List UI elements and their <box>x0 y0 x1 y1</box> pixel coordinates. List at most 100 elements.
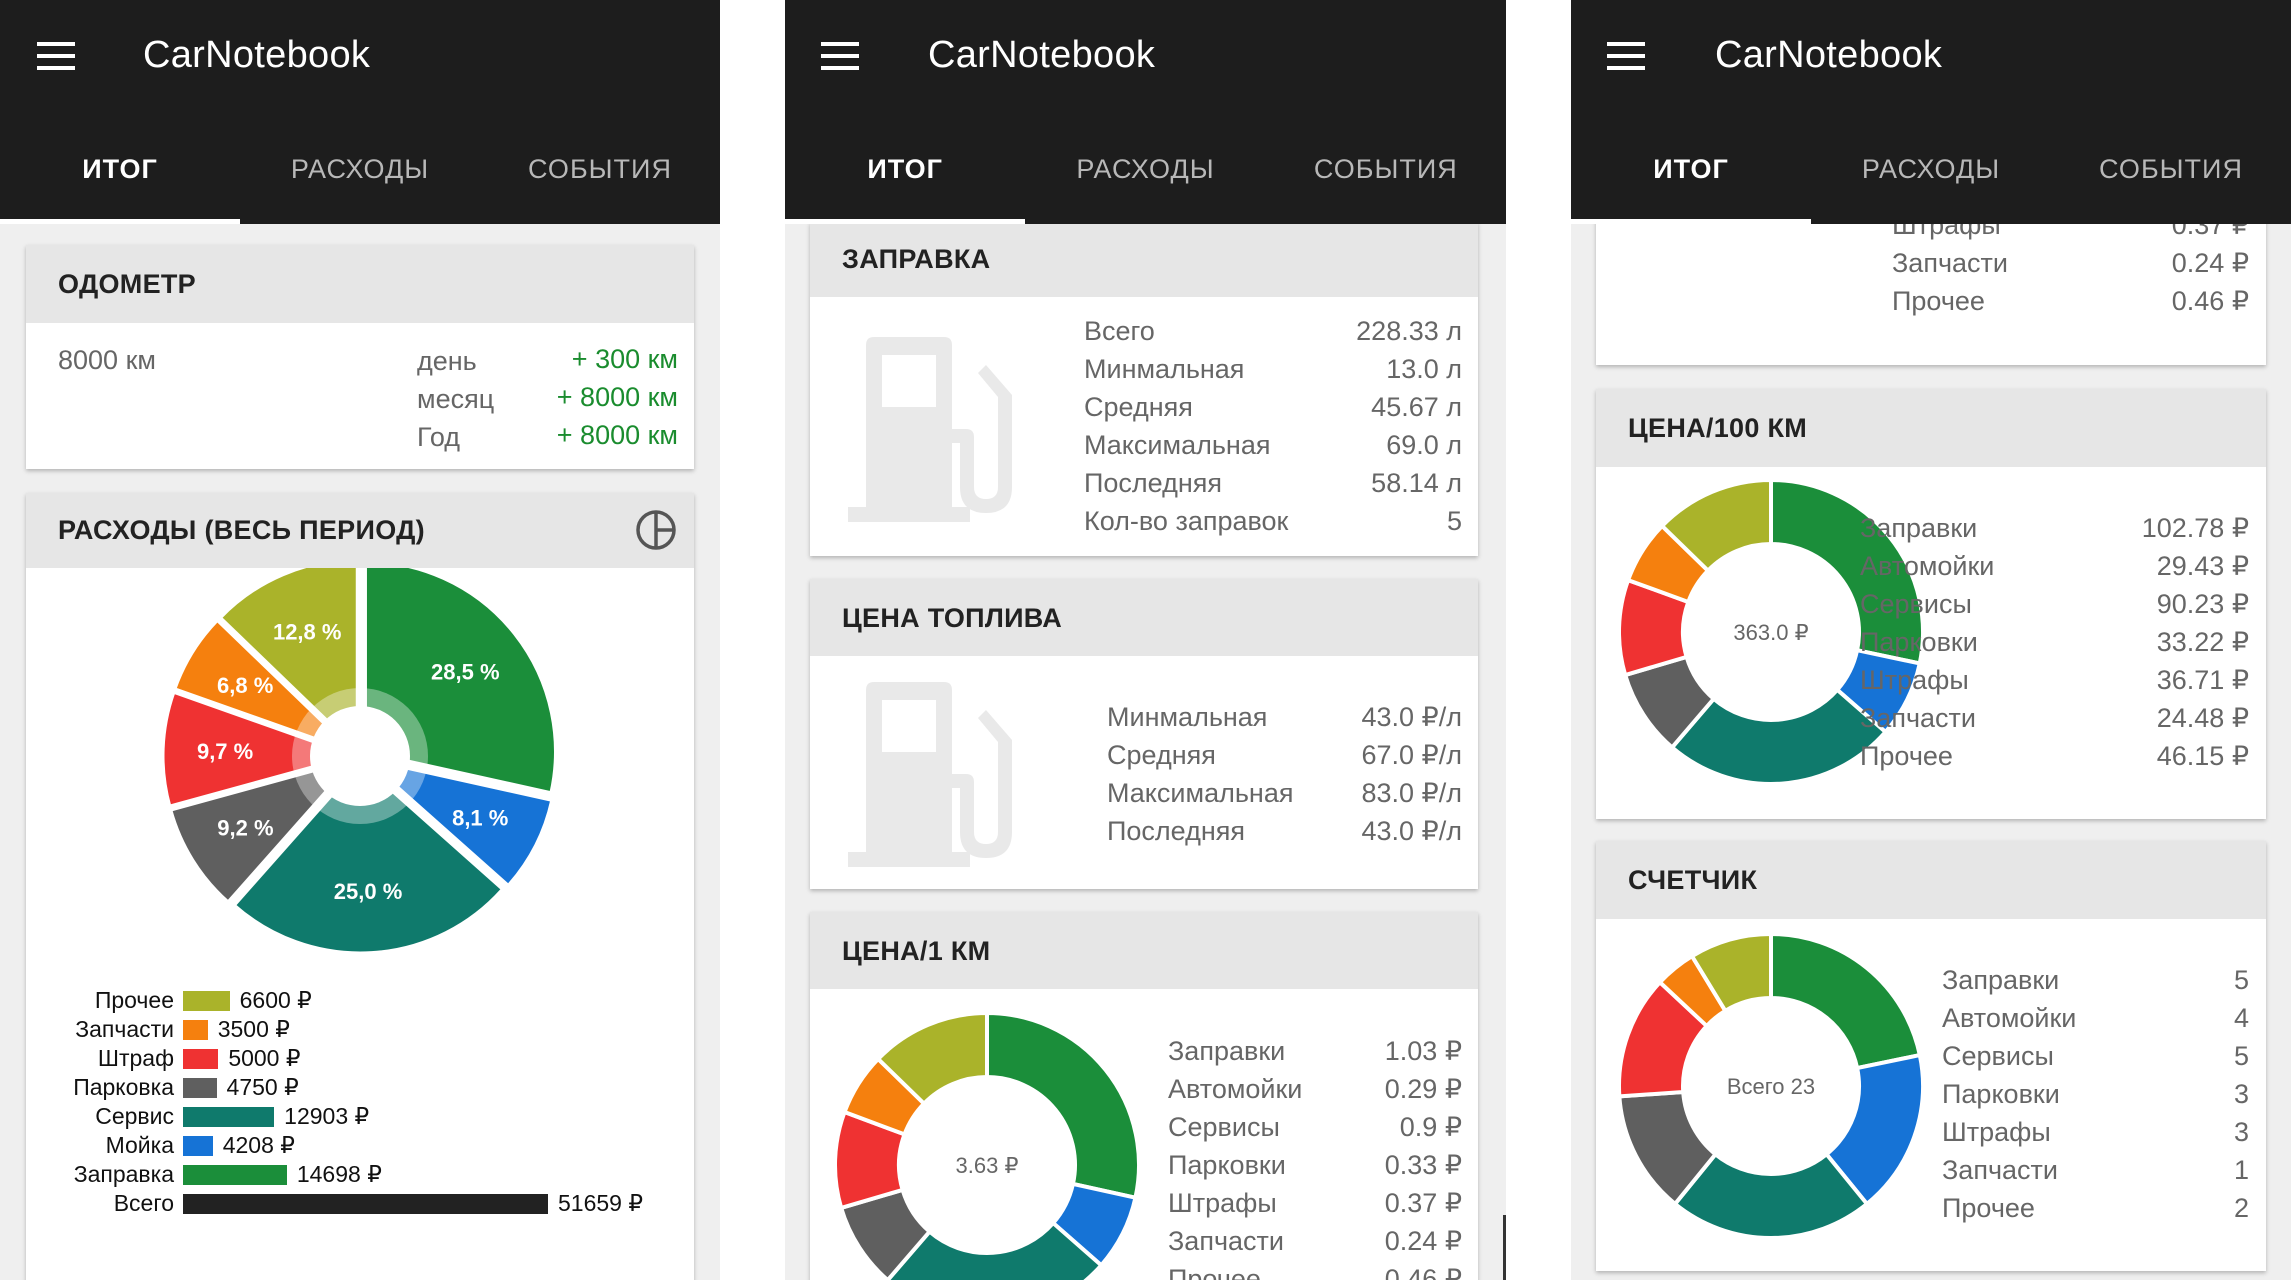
legend-value: 5 <box>2233 965 2249 995</box>
menu-icon[interactable] <box>37 42 75 70</box>
odometer-year-label: Год <box>417 422 460 452</box>
bar <box>183 991 230 1011</box>
legend-value: 102.78 ₽ <box>2141 513 2249 543</box>
fuel-price-card: ЦЕНА ТОПЛИВА Минмальная 43.0 ₽/л Средняя… <box>810 579 1478 889</box>
fuel-price-title: ЦЕНА ТОПЛИВА <box>842 603 1063 633</box>
counter-title: СЧЕТЧИК <box>1628 865 1758 895</box>
donut-center-label: Всего 23 <box>1727 1074 1815 1099</box>
legend-label: Запчасти <box>1860 703 1976 733</box>
refuel-label: Кол-во заправок <box>1084 506 1289 536</box>
donut-center-label: 3.63 ₽ <box>956 1153 1019 1178</box>
bar-value: 5000 ₽ <box>228 1045 301 1071</box>
tab-expenses[interactable]: РАСХОДЫ <box>1811 140 2051 224</box>
scrollbar[interactable] <box>1503 1215 1506 1280</box>
legend-label: Штрафы <box>1860 665 1969 695</box>
counter-card: СЧЕТЧИК Всего 23 Заправки 5 Автомойки 4 Серв… <box>1596 841 2266 1271</box>
legend-value: 0.29 ₽ <box>1384 1074 1462 1104</box>
tab-events[interactable]: СОБЫТИЯ <box>1266 140 1506 224</box>
bar <box>183 1049 219 1069</box>
legend-label: Сервисы <box>1860 589 1972 619</box>
bar <box>183 1165 287 1185</box>
legend-value: 0.24 ₽ <box>1384 1226 1462 1256</box>
legend-label: Запчасти <box>1892 248 2008 278</box>
refuel-value: 228.33 л <box>1356 316 1462 346</box>
legend-value: 3 <box>2233 1117 2249 1147</box>
fuel-pump-icon <box>848 337 1012 522</box>
refuel-value: 45.67 л <box>1371 392 1462 422</box>
refuel-value: 13.0 л <box>1386 354 1462 384</box>
legend-value: 0.46 ₽ <box>2171 286 2249 316</box>
bar-value: 6600 ₽ <box>239 987 312 1013</box>
expenses-pie-chart: 28,5 % 8,1 % 25,0 % 9,2 % 9,7 % 6,8 % 12,8 % <box>161 568 557 955</box>
refuel-value: 69.0 л <box>1386 430 1462 460</box>
app-bar: CarNotebook ИТОГ РАСХОДЫ СОБЫТИЯ <box>0 0 720 224</box>
app-title: CarNotebook <box>143 34 371 76</box>
refuel-label: Минмальная <box>1084 354 1245 384</box>
bar-label: Сервис <box>95 1103 174 1129</box>
legend-label: Автомойки <box>1168 1074 1303 1104</box>
legend-label: Заправки <box>1942 965 2060 995</box>
tab-expenses[interactable]: РАСХОДЫ <box>240 140 480 224</box>
menu-icon[interactable] <box>821 42 859 70</box>
legend-label: Парковки <box>1860 627 1978 657</box>
tab-summary[interactable]: ИТОГ <box>1571 140 1811 224</box>
tab-bar: ИТОГ РАСХОДЫ СОБЫТИЯ <box>785 140 1506 224</box>
expenses-bar-chart: Прочее 6600 ₽ Запчасти 3500 ₽ Штраф 5000 ₽ Пар… <box>26 987 694 1249</box>
tab-events[interactable]: СОБЫТИЯ <box>2051 140 2291 224</box>
legend-value: 0.46 ₽ <box>1384 1264 1462 1280</box>
legend-value: 5 <box>2233 1041 2249 1071</box>
tab-events[interactable]: СОБЫТИЯ <box>480 140 720 224</box>
tab-expenses[interactable]: РАСХОДЫ <box>1025 140 1265 224</box>
app-bar: CarNotebook ИТОГ РАСХОДЫ СОБЫТИЯ <box>785 0 1506 224</box>
fuel-price-value: 43.0 ₽/л <box>1361 702 1463 732</box>
app-title: CarNotebook <box>1715 34 1943 76</box>
legend-label: Парковки <box>1168 1150 1286 1180</box>
odometer-title: ОДОМЕТР <box>58 269 196 299</box>
menu-icon[interactable] <box>1607 42 1645 70</box>
bar-label: Всего <box>113 1190 174 1216</box>
price-per-100-title: ЦЕНА/100 КМ <box>1628 413 1808 443</box>
refuel-label: Средняя <box>1084 392 1193 422</box>
fuel-price-value: 67.0 ₽/л <box>1361 740 1463 770</box>
bar-label: Запчасти <box>75 1016 174 1042</box>
refuel-label: Последняя <box>1084 468 1223 498</box>
legend-label: Прочее <box>1860 741 1953 771</box>
bar-value: 51659 ₽ <box>558 1190 643 1216</box>
legend-value: 0.37 ₽ <box>1384 1188 1462 1218</box>
legend-label: Парковки <box>1942 1079 2060 1109</box>
fuel-price-label: Максимальная <box>1107 778 1294 808</box>
pie-slice-label: 25,0 % <box>334 879 403 904</box>
pie-chart-icon[interactable] <box>634 508 678 552</box>
refuel-value: 58.14 л <box>1371 468 1462 498</box>
legend-label: Автомойки <box>1860 551 1995 581</box>
legend-value: 0.24 ₽ <box>2171 248 2249 278</box>
odometer-day-value: + 300 км <box>571 344 678 374</box>
legend-value: 0.9 ₽ <box>1399 1112 1462 1142</box>
legend-value: 46.15 ₽ <box>2156 741 2249 771</box>
refuel-card: ЗАПРАВКА Всего 228.33 л Минмальная 13.0 … <box>810 222 1478 556</box>
legend-label: Автомойки <box>1942 1003 2077 1033</box>
bar <box>183 1136 213 1156</box>
odometer-month-label: месяц <box>417 384 495 414</box>
pie-slice-label: 12,8 % <box>273 620 342 645</box>
legend-value: 36.71 ₽ <box>2156 665 2249 695</box>
pie-slice-label: 8,1 % <box>452 805 508 830</box>
tab-summary[interactable]: ИТОГ <box>785 140 1026 224</box>
fuel-price-label: Средняя <box>1107 740 1216 770</box>
bar-value: 4750 ₽ <box>226 1074 299 1100</box>
odometer-total: 8000 км <box>58 345 156 375</box>
counter-donut: Всего 23 <box>1617 931 1925 1240</box>
bar-value: 12903 ₽ <box>284 1103 370 1129</box>
bar-value: 4208 ₽ <box>222 1132 295 1158</box>
legend-label: Запчасти <box>1168 1226 1284 1256</box>
tab-summary[interactable]: ИТОГ <box>0 140 240 224</box>
bar-label: Прочее <box>94 987 174 1013</box>
legend-label: Сервисы <box>1942 1041 2054 1071</box>
tab-bar: ИТОГ РАСХОДЫ СОБЫТИЯ <box>1571 140 2291 224</box>
fuel-price-label: Минмальная <box>1107 702 1268 732</box>
bar <box>183 1078 217 1098</box>
legend-label: Заправки <box>1168 1036 1286 1066</box>
legend-label: Прочее <box>1168 1264 1261 1280</box>
refuel-title: ЗАПРАВКА <box>842 244 991 274</box>
fuel-price-value: 83.0 ₽/л <box>1361 778 1463 808</box>
